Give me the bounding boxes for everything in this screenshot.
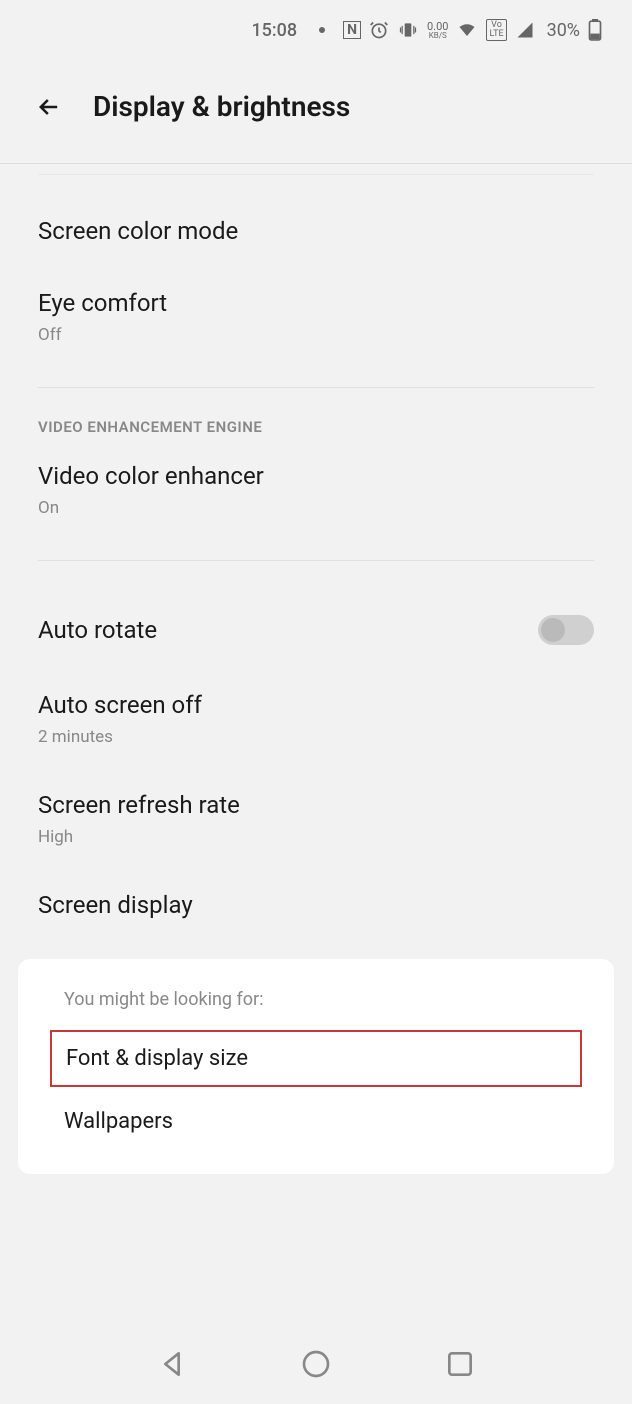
status-icons: N 0.00 KB/S VoLTE 30% bbox=[343, 19, 602, 41]
setting-title: Video color enhancer bbox=[38, 462, 594, 490]
auto-rotate-toggle[interactable] bbox=[538, 615, 594, 645]
setting-auto-screen-off[interactable]: Auto screen off 2 minutes bbox=[0, 669, 632, 769]
vibrate-icon bbox=[397, 20, 419, 40]
navigation-bar bbox=[0, 1324, 632, 1404]
section-header-video: VIDEO ENHANCEMENT ENGINE bbox=[0, 388, 632, 452]
nfc-icon: N bbox=[343, 21, 361, 39]
setting-auto-rotate[interactable]: Auto rotate bbox=[0, 591, 632, 669]
nav-home-icon[interactable] bbox=[300, 1348, 332, 1380]
setting-screen-color-mode[interactable]: Screen color mode bbox=[0, 195, 632, 267]
suggestion-font-display-size[interactable]: Font & display size bbox=[50, 1030, 582, 1087]
data-speed-icon: 0.00 KB/S bbox=[427, 21, 448, 40]
page-header: Display & brightness bbox=[0, 60, 632, 163]
alarm-icon bbox=[369, 20, 389, 40]
setting-subtitle: On bbox=[38, 498, 594, 518]
nav-recent-icon[interactable] bbox=[444, 1348, 476, 1380]
suggestions-card: You might be looking for: Font & display… bbox=[18, 959, 614, 1174]
back-arrow-icon[interactable] bbox=[35, 93, 63, 121]
setting-screen-refresh-rate[interactable]: Screen refresh rate High bbox=[0, 769, 632, 869]
setting-video-color-enhancer[interactable]: Video color enhancer On bbox=[0, 452, 632, 540]
setting-subtitle: High bbox=[38, 827, 594, 847]
toggle-knob-icon bbox=[541, 618, 565, 642]
page-title: Display & brightness bbox=[93, 90, 350, 123]
suggestion-wallpapers[interactable]: Wallpapers bbox=[64, 1093, 568, 1150]
setting-title: Auto screen off bbox=[38, 691, 594, 719]
setting-subtitle: 2 minutes bbox=[38, 727, 594, 747]
battery-percent: 30% bbox=[547, 20, 580, 41]
settings-content: Screen color mode Eye comfort Off VIDEO … bbox=[0, 174, 632, 1174]
signal-icon bbox=[515, 21, 535, 39]
setting-title: Eye comfort bbox=[38, 289, 594, 317]
status-time: 15:08 bbox=[251, 20, 297, 41]
nav-back-icon[interactable] bbox=[156, 1348, 188, 1380]
status-bar: 15:08 N 0.00 KB/S VoLTE 30% bbox=[0, 0, 632, 60]
divider bbox=[0, 163, 632, 164]
setting-subtitle: Off bbox=[38, 325, 594, 345]
setting-title: Screen color mode bbox=[38, 217, 594, 245]
setting-title: Screen refresh rate bbox=[38, 791, 594, 819]
setting-screen-display[interactable]: Screen display bbox=[0, 869, 632, 941]
wifi-icon bbox=[456, 21, 478, 39]
battery-icon bbox=[588, 19, 602, 41]
volte-icon: VoLTE bbox=[486, 19, 506, 41]
setting-eye-comfort[interactable]: Eye comfort Off bbox=[0, 267, 632, 367]
setting-title: Auto rotate bbox=[38, 616, 157, 644]
setting-title: Screen display bbox=[38, 891, 594, 919]
suggestions-header: You might be looking for: bbox=[18, 989, 614, 1030]
status-dot-icon bbox=[319, 27, 325, 33]
